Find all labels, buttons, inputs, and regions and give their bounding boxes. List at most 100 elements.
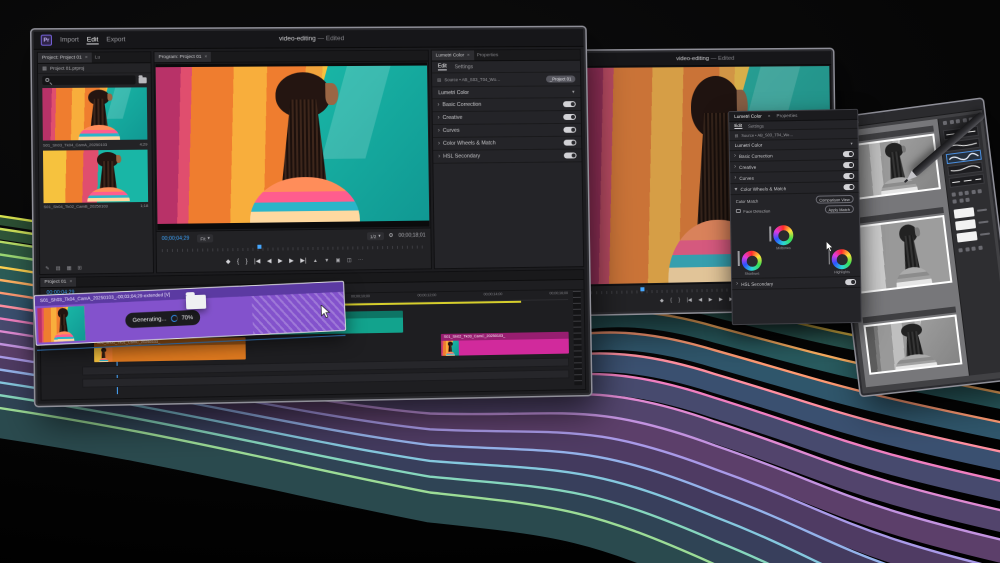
project-item[interactable]: S01_Sh04_Tk02_CamB_20250103 1;18 — [43, 149, 148, 209]
tab-properties[interactable]: Properties — [776, 113, 797, 118]
tab-properties[interactable]: Properties — [474, 50, 502, 60]
tool-icon[interactable] — [956, 119, 960, 124]
toggle-switch[interactable] — [845, 279, 856, 285]
tab-lumetri-color[interactable]: Lumetri Color × — [432, 50, 474, 60]
tab-program[interactable]: Program: Project 01 × — [154, 52, 211, 62]
step-forward-button[interactable]: ▶ — [289, 258, 294, 264]
bottom-icon[interactable] — [978, 245, 982, 249]
close-icon[interactable]: × — [69, 280, 72, 285]
go-to-in-button[interactable]: |◀ — [254, 259, 260, 265]
section-creative[interactable]: › Creative — [433, 111, 581, 125]
add-marker-button[interactable]: ◆ — [660, 298, 664, 303]
subtab-settings[interactable]: Settings — [748, 123, 764, 128]
section-hsl-secondary[interactable]: › HSL Secondary — [433, 149, 581, 163]
toggle-switch[interactable] — [843, 162, 854, 168]
toggle-switch[interactable] — [563, 101, 576, 108]
playhead-handle[interactable] — [640, 287, 644, 291]
subtab-edit[interactable]: Edit — [438, 63, 447, 70]
option-icon[interactable] — [952, 192, 956, 196]
go-to-out-button[interactable]: ▶| — [300, 258, 306, 264]
section-basic-correction[interactable]: › Basic Correction — [432, 98, 580, 112]
go-to-in-button[interactable]: |◀ — [687, 298, 692, 303]
comparison-view-button[interactable]: ◫ — [347, 258, 352, 263]
clip-thumbnail[interactable] — [43, 149, 148, 203]
storyboard-frame[interactable] — [850, 207, 952, 294]
resolution-dropdown[interactable]: 1/2 ▾ — [367, 232, 384, 240]
layer-item[interactable] — [954, 205, 988, 218]
tool-icon[interactable] — [949, 120, 953, 125]
bottom-icon[interactable] — [958, 248, 962, 252]
step-back-button[interactable]: ◀ — [267, 259, 272, 265]
tool-icon[interactable] — [943, 121, 947, 125]
wrench-icon[interactable]: ⚙ — [389, 233, 394, 239]
midtones-wheel[interactable] — [773, 225, 793, 245]
step-back-button[interactable]: ◀ — [698, 298, 702, 303]
grid-view-icon[interactable]: ▦ — [67, 265, 72, 271]
mark-in-button[interactable]: { — [237, 259, 239, 265]
shadows-wheel[interactable] — [742, 251, 762, 271]
new-item-icon[interactable]: ⊞ — [78, 265, 82, 271]
tab-lumetri-sliver[interactable]: Lu — [92, 52, 104, 62]
option-icon[interactable] — [952, 199, 956, 203]
menu-export[interactable]: Export — [106, 36, 125, 44]
tab-lumetri-color[interactable]: Lumetri Color — [734, 114, 762, 119]
option-icon[interactable] — [958, 191, 962, 195]
project-item[interactable]: S01_Sh03_Tk04_CamA_20250103 4;29 — [42, 87, 147, 147]
step-forward-button[interactable]: ▶ — [719, 297, 723, 302]
close-icon[interactable]: × — [204, 54, 207, 59]
section-hsl-secondary[interactable]: › HSL Secondary — [732, 277, 860, 290]
subtab-settings[interactable]: Settings — [455, 64, 474, 70]
close-icon[interactable]: × — [768, 113, 771, 118]
toggle-switch[interactable] — [843, 184, 854, 190]
menu-edit[interactable]: Edit — [87, 36, 98, 44]
option-icon[interactable] — [971, 190, 975, 194]
lift-button[interactable]: ▲ — [313, 258, 318, 263]
subtab-edit[interactable]: Edit — [734, 123, 742, 129]
play-button[interactable]: ▶ — [709, 297, 713, 302]
program-monitor-video[interactable] — [156, 63, 430, 230]
export-frame-button[interactable]: ▣ — [336, 258, 341, 263]
mark-out-button[interactable]: } — [246, 259, 248, 265]
highlights-wheel[interactable] — [832, 249, 852, 269]
option-icon[interactable] — [977, 189, 981, 193]
search-input[interactable] — [42, 75, 135, 85]
tab-project[interactable]: Project: Project 01 × — [38, 53, 92, 63]
current-timecode[interactable]: 00;00;04;29 — [162, 236, 190, 242]
toggle-switch[interactable] — [843, 151, 854, 157]
toggle-switch[interactable] — [843, 173, 854, 179]
mark-in-button[interactable]: { — [670, 298, 672, 303]
mark-out-button[interactable]: } — [678, 298, 680, 303]
tab-sequence[interactable]: Project 01 × — [40, 278, 76, 288]
option-icon[interactable] — [964, 191, 968, 195]
storyboard-frame[interactable] — [862, 306, 962, 374]
playhead-handle[interactable] — [257, 245, 261, 249]
pen-tool-icon[interactable]: ✎ — [45, 266, 49, 272]
play-button[interactable]: ▶ — [278, 258, 283, 264]
add-marker-button[interactable]: ◆ — [226, 259, 231, 265]
option-icon[interactable] — [965, 197, 969, 201]
monitor-scrubber[interactable] — [162, 243, 426, 253]
face-detection-checkbox[interactable] — [736, 209, 741, 214]
comparison-view-button[interactable]: Comparison View — [815, 195, 854, 204]
toggle-switch[interactable] — [564, 152, 577, 159]
new-bin-folder-icon[interactable] — [139, 77, 147, 83]
extract-button[interactable]: ▼ — [324, 258, 329, 263]
toggle-switch[interactable] — [563, 127, 576, 134]
layer-item[interactable] — [956, 229, 990, 242]
apply-match-button[interactable]: Apply Match — [824, 205, 854, 214]
project-chip[interactable]: _Project 01 — [546, 75, 576, 82]
clip-thumbnail[interactable] — [42, 87, 147, 140]
close-icon[interactable]: × — [467, 53, 470, 58]
fit-dropdown[interactable]: Fit ▾ — [197, 234, 213, 242]
wheel-slider[interactable] — [738, 251, 740, 266]
layer-item[interactable] — [955, 217, 989, 230]
more-button[interactable]: ⋯ — [358, 258, 363, 263]
close-icon[interactable]: × — [85, 55, 88, 60]
list-view-icon[interactable]: ▤ — [56, 266, 61, 272]
bottom-icon[interactable] — [965, 247, 969, 251]
timeline-clip-magenta[interactable]: S01_Sh02_Tk03_CamC_20250103_ — [441, 332, 569, 356]
toggle-switch[interactable] — [563, 114, 576, 121]
menu-import[interactable]: Import — [60, 36, 79, 44]
bottom-icon[interactable] — [971, 246, 975, 250]
wheel-slider[interactable] — [769, 226, 771, 241]
